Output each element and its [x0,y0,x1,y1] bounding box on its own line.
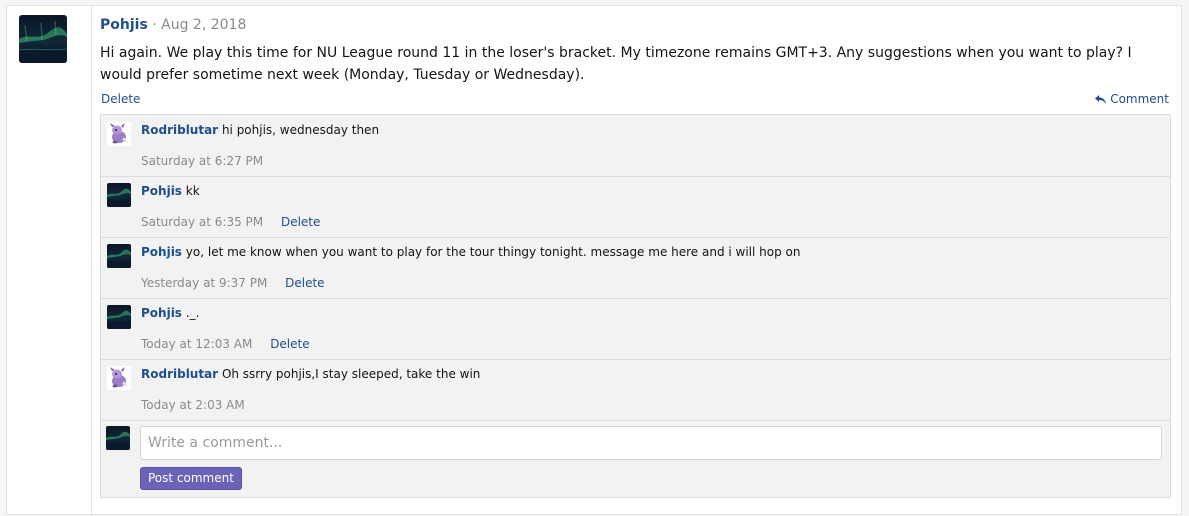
comment-text: Rodriblutar hi pohjis, wednesday then [141,123,379,137]
comment-text: Pohjis kk [141,184,200,198]
purple-creature-avatar-icon [107,122,131,146]
aurora-night-avatar-icon [107,244,131,268]
post-comment-button[interactable]: Post comment [140,467,242,490]
post-delete-link[interactable]: Delete [101,92,140,106]
comment-author-link[interactable]: Pohjis [141,245,182,259]
comment-link-label: Comment [1110,92,1169,106]
comment-meta: Saturday at 6:35 PM Delete [141,215,320,229]
comment-time[interactable]: Saturday at 6:27 PM [141,154,263,168]
rodriblutar-avatar[interactable] [107,366,131,390]
profile-post-card: Pohjis · Aug 2, 2018 Hi again. We play t… [6,5,1182,516]
post-comment-link[interactable]: Comment [1094,92,1169,106]
comment-message: kk [185,184,200,198]
comment-meta: Today at 2:03 AM [141,398,245,412]
post-separator: · [152,17,157,33]
comment-item: Pohjis ._. Today at 12:03 AM Delete [101,298,1170,360]
comment-text: Pohjis ._. [141,306,199,320]
post-date[interactable]: Aug 2, 2018 [161,17,246,33]
comment-text: Pohjis yo, let me know when you want to … [141,245,801,259]
comment-input[interactable] [140,426,1162,460]
comment-delete-link[interactable]: Delete [285,276,324,290]
comment-time[interactable]: Yesterday at 9:37 PM [141,276,267,290]
pohjis-avatar[interactable] [107,305,131,329]
comment-message: Oh ssrry pohjis,I stay sleeped, take the… [221,367,481,381]
comment-text: Rodriblutar Oh ssrry pohjis,I stay sleep… [141,367,480,381]
comment-author-link[interactable]: Pohjis [141,184,182,198]
post-author-link[interactable]: Pohjis [100,17,148,33]
comments-list: Rodriblutar hi pohjis, wednesday then Sa… [100,114,1171,498]
aurora-night-avatar-icon [106,426,130,450]
purple-creature-avatar-icon [107,366,131,390]
comment-delete-link[interactable]: Delete [270,337,309,351]
comment-time[interactable]: Today at 2:03 AM [141,398,245,412]
comment-item: Rodriblutar hi pohjis, wednesday then Sa… [101,115,1170,177]
aurora-night-avatar-icon [19,15,67,63]
aurora-night-avatar-icon [107,305,131,329]
comment-item: Rodriblutar Oh ssrry pohjis,I stay sleep… [101,359,1170,421]
pohjis-avatar[interactable] [107,183,131,207]
comment-time[interactable]: Saturday at 6:35 PM [141,215,263,229]
comment-author-link[interactable]: Rodriblutar [141,367,218,381]
comment-message: hi pohjis, wednesday then [221,123,380,137]
avatar-column-divider [91,6,92,516]
comment-delete-link[interactable]: Delete [281,215,320,229]
comment-meta: Today at 12:03 AM Delete [141,337,310,351]
current-user-avatar[interactable] [106,426,130,450]
comment-composer: Post comment [101,420,1170,498]
aurora-night-avatar-icon [107,183,131,207]
pohjis-avatar[interactable] [107,244,131,268]
reply-arrow-icon [1095,94,1107,104]
pohjis-avatar[interactable] [19,15,67,63]
comment-message: ._. [185,306,200,320]
comment-author-link[interactable]: Pohjis [141,306,182,320]
comment-item: Pohjis kk Saturday at 6:35 PM Delete [101,176,1170,238]
comment-author-link[interactable]: Rodriblutar [141,123,218,137]
page-background: Pohjis · Aug 2, 2018 Hi again. We play t… [0,0,1189,516]
comment-meta: Saturday at 6:27 PM [141,154,263,168]
comment-meta: Yesterday at 9:37 PM Delete [141,276,325,290]
comment-time[interactable]: Today at 12:03 AM [141,337,252,351]
comment-message: yo, let me know when you want to play fo… [185,245,801,259]
rodriblutar-avatar[interactable] [107,122,131,146]
post-header: Pohjis · Aug 2, 2018 [100,17,246,33]
comment-item: Pohjis yo, let me know when you want to … [101,237,1170,299]
post-body: Hi again. We play this time for NU Leagu… [100,45,1132,83]
